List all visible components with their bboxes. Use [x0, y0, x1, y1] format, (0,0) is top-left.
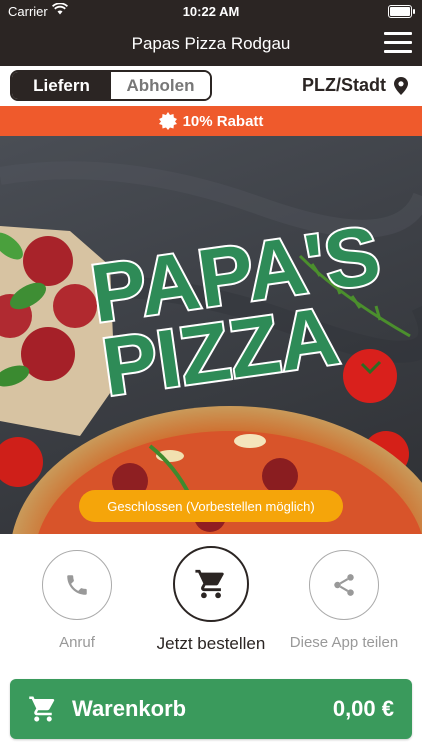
cart-button[interactable]: Warenkorb 0,00 € — [10, 679, 412, 739]
tomato — [0, 437, 43, 487]
share-label: Diese App teilen — [289, 634, 399, 651]
call-action[interactable]: Anruf — [7, 550, 147, 651]
location-pin-icon — [394, 76, 408, 95]
deliver-tab[interactable]: Liefern — [12, 72, 111, 99]
discount-banner: 10% Rabatt — [0, 106, 422, 136]
share-action[interactable]: Diese App teilen — [274, 550, 414, 651]
salami-slice — [23, 236, 73, 286]
delivery-mode-toggle: Liefern Abholen — [10, 70, 212, 101]
hero-image: PAPA'S PIZZA Geschlossen (Vorbestellen m… — [0, 136, 422, 534]
location-label: PLZ/Stadt — [302, 75, 386, 95]
action-row: Anruf Jetzt bestellen Diese App teilen — [0, 534, 422, 664]
discount-label: 10% Rabatt — [182, 112, 264, 130]
battery-icon — [388, 5, 415, 18]
location-selector[interactable]: PLZ/Stadt — [302, 75, 408, 96]
share-button[interactable] — [309, 550, 379, 620]
cart-total: 0,00 € — [332, 696, 394, 721]
call-button[interactable] — [42, 550, 112, 620]
call-label: Anruf — [59, 634, 95, 651]
status-bar: Carrier 10:22 AM — [0, 0, 422, 22]
tomato — [343, 349, 397, 403]
salami-slice — [53, 284, 97, 328]
phone-icon — [67, 575, 87, 595]
page-title: Papas Pizza Rodgau — [131, 34, 291, 53]
order-label: Jetzt bestellen — [156, 634, 266, 653]
share-icon — [334, 574, 354, 596]
menu-icon[interactable] — [384, 32, 412, 54]
nav-bar: Papas Pizza Rodgau — [0, 22, 422, 66]
status-time: 10:22 AM — [182, 4, 240, 19]
discount-badge-icon — [158, 112, 177, 130]
toolbar: Liefern Abholen PLZ/Stadt — [0, 66, 422, 106]
status-badge: Geschlossen (Vorbestellen möglich) — [79, 490, 343, 522]
cart-label: Warenkorb — [72, 696, 187, 721]
order-action[interactable]: Jetzt bestellen — [141, 546, 281, 654]
order-button[interactable] — [173, 546, 249, 622]
salami-slice — [21, 327, 75, 381]
cart-icon — [29, 696, 55, 722]
pizza-illustration: PAPA'S PIZZA — [0, 161, 422, 534]
cart-icon — [195, 569, 224, 599]
pickup-tab[interactable]: Abholen — [111, 72, 210, 99]
